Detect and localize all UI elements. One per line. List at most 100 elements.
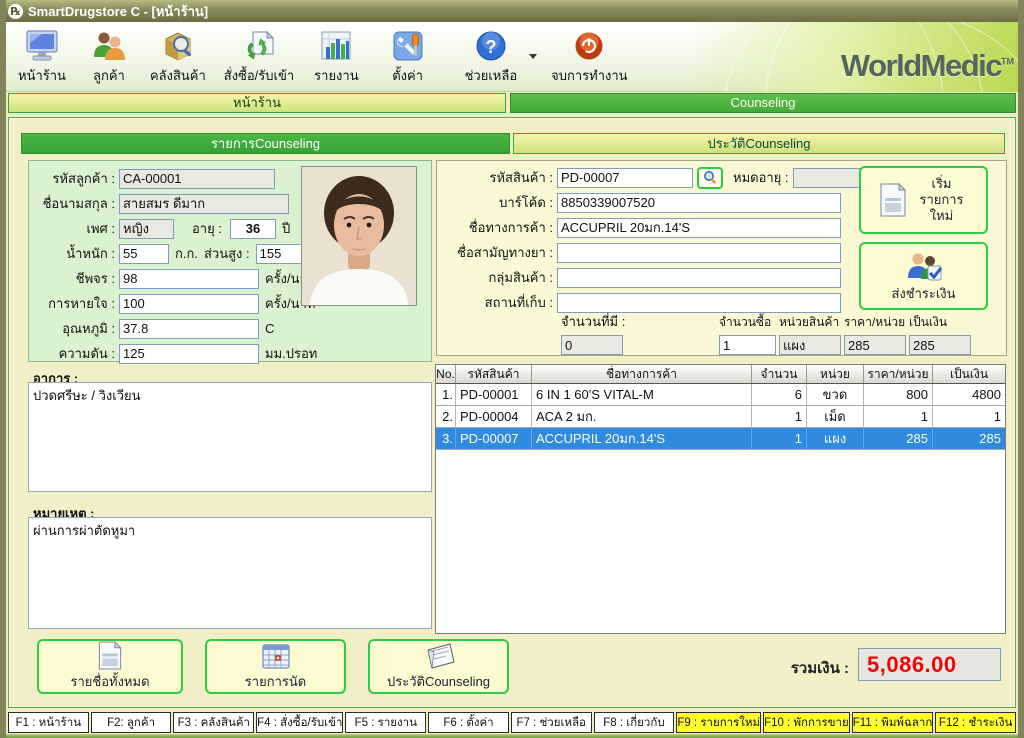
cell-unit: ขวด [807, 384, 864, 405]
cell-code: PD-00007 [456, 428, 532, 449]
svg-text:?: ? [485, 37, 496, 57]
symptoms-textarea[interactable]: ปวดศรีษะ / วิงเวียน [28, 382, 432, 492]
toolbar-customers-button[interactable]: ลูกค้า [86, 26, 132, 88]
pulse-field[interactable] [119, 269, 259, 289]
toolbar-label: สั่งซื้อ/รับเข้า [224, 65, 294, 86]
pressure-field[interactable] [119, 344, 259, 364]
stock-label: จำนวนที่มี : [561, 311, 625, 332]
cell-price: 800 [864, 384, 933, 405]
fkey-f7[interactable]: F7 : ช่วยเหลือ [511, 712, 592, 733]
toolbar-label: หน้าร้าน [18, 65, 66, 86]
total-value: 5,086.00 [867, 652, 957, 678]
pressure-unit-label: มม.ปรอท [265, 343, 317, 364]
toolbar-reports-button[interactable]: รายงาน [310, 26, 362, 88]
product-group-label: กลุ่มสินค้า : [437, 267, 557, 288]
stock-field[interactable] [561, 335, 623, 355]
all-customers-button[interactable]: รายชื่อทั้งหมด [37, 639, 183, 694]
fkey-f2[interactable]: F2: ลูกค้า [91, 712, 172, 733]
product-group-field[interactable] [557, 268, 841, 288]
toolbar-settings-button[interactable]: ตั้งค่า [385, 26, 431, 88]
notes-textarea[interactable]: ผ่านการผ่าตัดหูมา [28, 517, 432, 629]
age-field[interactable] [230, 219, 276, 239]
weight-label: น้ำหนัก : [29, 243, 119, 264]
toolbar-help-button[interactable]: ? ช่วยเหลือ [461, 26, 522, 88]
toolbar-inventory-button[interactable]: คลังสินค้า [146, 26, 210, 88]
appointments-button[interactable]: รายการนัด [205, 639, 346, 694]
storage-location-field[interactable] [557, 293, 841, 313]
tab-counseling-history[interactable]: ประวัติCounseling [513, 133, 1005, 154]
product-code-field[interactable] [557, 168, 693, 188]
fkey-f4[interactable]: F4 : สั่งซื้อ/รับเข้า [256, 712, 343, 733]
table-row[interactable]: 2. PD-00004 ACA 2 มก. 1 เม็ด 1 1 [436, 406, 1005, 428]
toolbar-purchase-button[interactable]: สั่งซื้อ/รับเข้า [220, 26, 298, 88]
temp-field[interactable] [119, 319, 259, 339]
generic-name-label: ชื่อสามัญทางยา : [437, 242, 557, 263]
send-payment-button[interactable]: ส่งชำระเงิน [859, 242, 988, 310]
fkey-f11[interactable]: F11 : พิมพ์ฉลาก [852, 712, 934, 733]
age-label: อายุ : [192, 218, 222, 239]
cell-amount: 1 [933, 406, 1005, 427]
fkey-f8[interactable]: F8 : เกี่ยวกับ [594, 712, 675, 733]
purchase-qty-field[interactable] [719, 335, 776, 355]
window-title: SmartDrugstore C - [หน้าร้าน] [28, 1, 208, 22]
help-dropdown-caret-icon[interactable] [529, 54, 537, 59]
stock-block: จำนวนที่มี : [561, 311, 625, 355]
toolbar-exit-button[interactable]: จบการทำงาน [547, 26, 631, 88]
cell-unit: แผง [807, 428, 864, 449]
app-rx-icon: ℞ [8, 4, 23, 19]
weight-field[interactable] [119, 244, 169, 264]
toolbar-storefront-button[interactable]: หน้าร้าน [14, 26, 70, 88]
worldmedic-logo: WorldMedicTM [841, 48, 1014, 84]
fkey-f1[interactable]: F1 : หน้าร้าน [8, 712, 89, 733]
sex-label: เพศ : [29, 218, 119, 239]
cell-unit: เม็ด [807, 406, 864, 427]
table-row[interactable]: 1. PD-00001 6 IN 1 60'S VITAL-M 6 ขวด 80… [436, 384, 1005, 406]
product-search-button[interactable] [697, 167, 723, 189]
col-amount: เป็นเงิน [933, 365, 1005, 383]
cell-no: 2. [436, 406, 456, 427]
app-window: ℞ SmartDrugstore C - [หน้าร้าน] WorldMed… [0, 0, 1024, 738]
purchase-price-field[interactable] [844, 335, 906, 355]
purchase-unit-field[interactable] [779, 335, 841, 355]
fkey-f5[interactable]: F5 : รายงาน [345, 712, 426, 733]
cell-qty: 1 [752, 428, 807, 449]
storage-location-label: สถานที่เก็บ : [437, 292, 557, 313]
sex-field[interactable] [119, 219, 174, 239]
settings-tools-icon [389, 28, 427, 64]
function-key-bar: F1 : หน้าร้าน F2: ลูกค้า F3 : คลังสินค้า… [8, 712, 1016, 733]
fkey-f10[interactable]: F10 : พักการขาย [763, 712, 850, 733]
cell-qty: 6 [752, 384, 807, 405]
purchase-unit-label: หน่วยสินค้า [779, 313, 839, 332]
height-field[interactable] [256, 244, 308, 264]
cell-name: ACA 2 มก. [532, 406, 752, 427]
customer-code-field[interactable] [119, 169, 275, 189]
col-no: No. [436, 365, 456, 383]
tab-storefront[interactable]: หน้าร้าน [8, 93, 506, 113]
purchase-amount-field[interactable] [909, 335, 971, 355]
calendar-icon [261, 642, 291, 670]
height-label: ส่วนสูง : [204, 243, 250, 264]
customer-photo [301, 166, 417, 306]
customer-name-label: ชื่อนามสกุล : [29, 193, 119, 214]
trade-name-field[interactable] [557, 218, 841, 238]
tab-counseling-list[interactable]: รายการCounseling [21, 133, 510, 154]
fkey-f3[interactable]: F3 : คลังสินค้า [173, 712, 254, 733]
magnifier-icon [703, 170, 718, 185]
sale-items-table: No. รหัสสินค้า ชื่อทางการค้า จำนวน หน่วย… [435, 364, 1006, 634]
barcode-field[interactable] [557, 193, 841, 213]
customer-name-field[interactable] [119, 194, 289, 214]
fkey-f12[interactable]: F12 : ชำระเงิน [935, 712, 1016, 733]
table-header-row: No. รหัสสินค้า ชื่อทางการค้า จำนวน หน่วย… [436, 365, 1005, 384]
table-row-selected[interactable]: 3. PD-00007 ACCUPRIL 20มก.14'S 1 แผง 285… [436, 428, 1005, 450]
fkey-f6[interactable]: F6 : ตั้งค่า [428, 712, 509, 733]
toolbar-label: คลังสินค้า [150, 65, 206, 86]
generic-name-field[interactable] [557, 243, 841, 263]
counseling-history-button[interactable]: ประวัติCounseling [368, 639, 509, 694]
reports-chart-icon [317, 28, 355, 64]
new-item-button[interactable]: เริ่มรายการใหม่ [859, 166, 988, 234]
barcode-label: บาร์โค้ด : [437, 192, 557, 213]
cell-name: 6 IN 1 60'S VITAL-M [532, 384, 752, 405]
breath-field[interactable] [119, 294, 259, 314]
tab-counseling[interactable]: Counseling [510, 93, 1016, 113]
fkey-f9[interactable]: F9 : รายการใหม่ [676, 712, 761, 733]
